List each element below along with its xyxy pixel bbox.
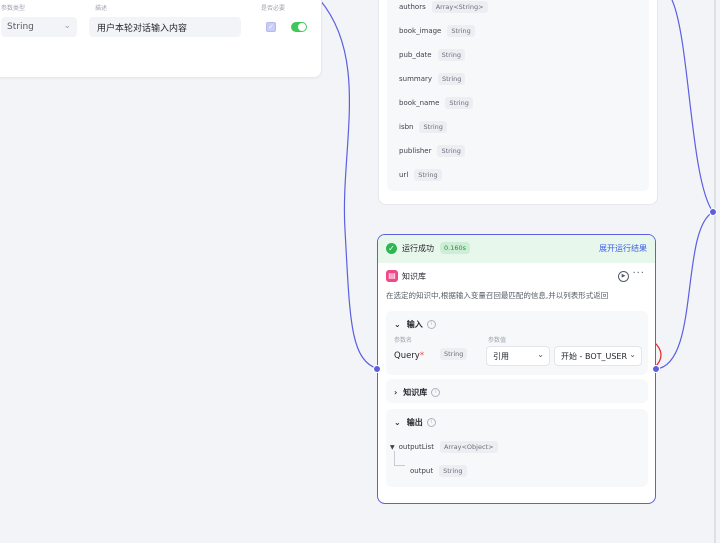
field-type: Array<String> [431,1,488,13]
run-time-badge: 0.160s [440,242,470,254]
param-name-header: 参数名 [394,337,413,344]
info-icon: i [426,320,436,329]
col-header-required: 是否必要 [261,5,286,12]
caret-down-icon: ▼ [390,443,395,451]
field-row: book_image String [399,25,475,37]
run-status-bar: ✓ 运行成功 0.160s 展开运行结果 [378,235,655,263]
param-name-text: Query [394,351,420,361]
chevron-right-icon: › [394,388,398,397]
output-child-row: output String [410,465,467,477]
knowledge-section-header[interactable]: › 知识库 i [394,387,441,398]
knowledge-node[interactable]: ✓ 运行成功 0.160s 展开运行结果 ▤ 知识库 ▶ ··· 在选定的知识中… [377,234,656,504]
input-handle[interactable] [373,365,381,373]
ref-mode-select[interactable]: 引用 ⌄ [486,346,550,366]
tree-connector [394,451,405,466]
start-node: 参数类型 描述 是否必要 String ⌄ 用户本轮对话输入内容 ✓ [0,0,322,78]
output-section-header[interactable]: ⌄ 输出 i [394,417,436,428]
node-description: 在选定的知识中,根据输入变量召回最匹配的信息,并以列表形式返回 [386,291,609,300]
output-fields-panel: authors Array<String> book_image String … [387,0,649,191]
type-select[interactable]: String ⌄ [1,17,77,37]
field-type: String [445,97,473,109]
description-input[interactable]: 用户本轮对话输入内容 [89,17,241,37]
chevron-down-icon: ⌄ [394,418,401,427]
field-name: book_image [399,27,442,35]
edge-knowledge-to-right [655,211,714,370]
field-name: isbn [399,123,414,131]
field-name: url [399,171,409,179]
field-row: summary String [399,73,466,85]
knowledge-section-title: 知识库 [403,388,428,397]
output-section-title: 输出 [406,418,423,427]
ref-value: 开始 - BOT_USER [561,351,628,361]
chevron-down-icon: ⌄ [537,350,544,359]
field-name: publisher [399,147,432,155]
ref-value-select[interactable]: 开始 - BOT_USER ⌄ [554,346,642,366]
field-type: String [419,121,447,133]
info-icon: i [426,418,436,427]
output-child-name: output [410,467,434,475]
knowledge-section: › 知识库 i [386,379,648,403]
field-type: String [438,73,466,85]
parser-node: authors Array<String> book_image String … [378,0,658,205]
chevron-down-icon: ⌄ [629,350,636,359]
output-list-row[interactable]: ▼ outputList Array<Object> [390,441,498,453]
field-type: String [437,49,466,61]
required-checkbox[interactable]: ✓ [266,22,276,32]
input-section-title: 输入 [406,320,423,329]
field-row: pub_date String [399,49,466,61]
description-value: 用户本轮对话输入内容 [97,23,188,34]
field-name: book_name [399,99,440,107]
col-header-type: 参数类型 [1,5,26,12]
run-node-icon[interactable]: ▶ [618,271,629,282]
field-row: isbn String [399,121,447,133]
more-options-icon[interactable]: ··· [632,268,645,279]
field-row: authors Array<String> [399,1,488,13]
required-mark: * [419,351,425,361]
chevron-down-icon: ⌄ [63,21,71,31]
run-status-text: 运行成功 [402,244,434,253]
field-name: pub_date [399,51,432,59]
output-handle[interactable] [652,365,660,373]
field-type: String [437,145,465,157]
chevron-down-icon: ⌄ [394,320,401,329]
field-type: String [414,169,442,181]
edge-left-to-knowledge [319,0,379,370]
knowledge-base-icon: ▤ [386,270,398,282]
input-section-header[interactable]: ⌄ 输入 i [394,319,436,330]
type-select-value: String [7,22,34,32]
field-row: url String [399,169,442,181]
input-section: ⌄ 输入 i 参数名 参数值 Query* String 引用 ⌄ 开始 - B… [386,311,648,375]
output-child-type: String [439,465,467,477]
expand-results-link[interactable]: 展开运行结果 [599,243,647,254]
col-header-desc: 描述 [95,5,108,12]
enabled-toggle[interactable] [291,22,307,32]
field-type: String [447,25,475,37]
success-check-icon: ✓ [386,243,397,254]
target-handle[interactable] [709,208,717,216]
output-section: ⌄ 输出 i ▼ outputList Array<Object> output… [386,409,648,487]
output-list-type: Array<Object> [439,441,498,453]
field-name: summary [399,75,433,83]
field-name: authors [399,3,426,11]
ref-mode-value: 引用 [493,351,509,361]
param-name: Query* [394,351,424,361]
field-row: publisher String [399,145,465,157]
field-row: book_name String [399,97,473,109]
output-list-name: outputList [398,443,434,451]
node-title: 知识库 [402,272,426,281]
info-icon: i [431,388,441,397]
edge-top-to-right [671,0,714,213]
param-value-header: 参数值 [488,337,507,344]
param-type: String [440,348,468,360]
